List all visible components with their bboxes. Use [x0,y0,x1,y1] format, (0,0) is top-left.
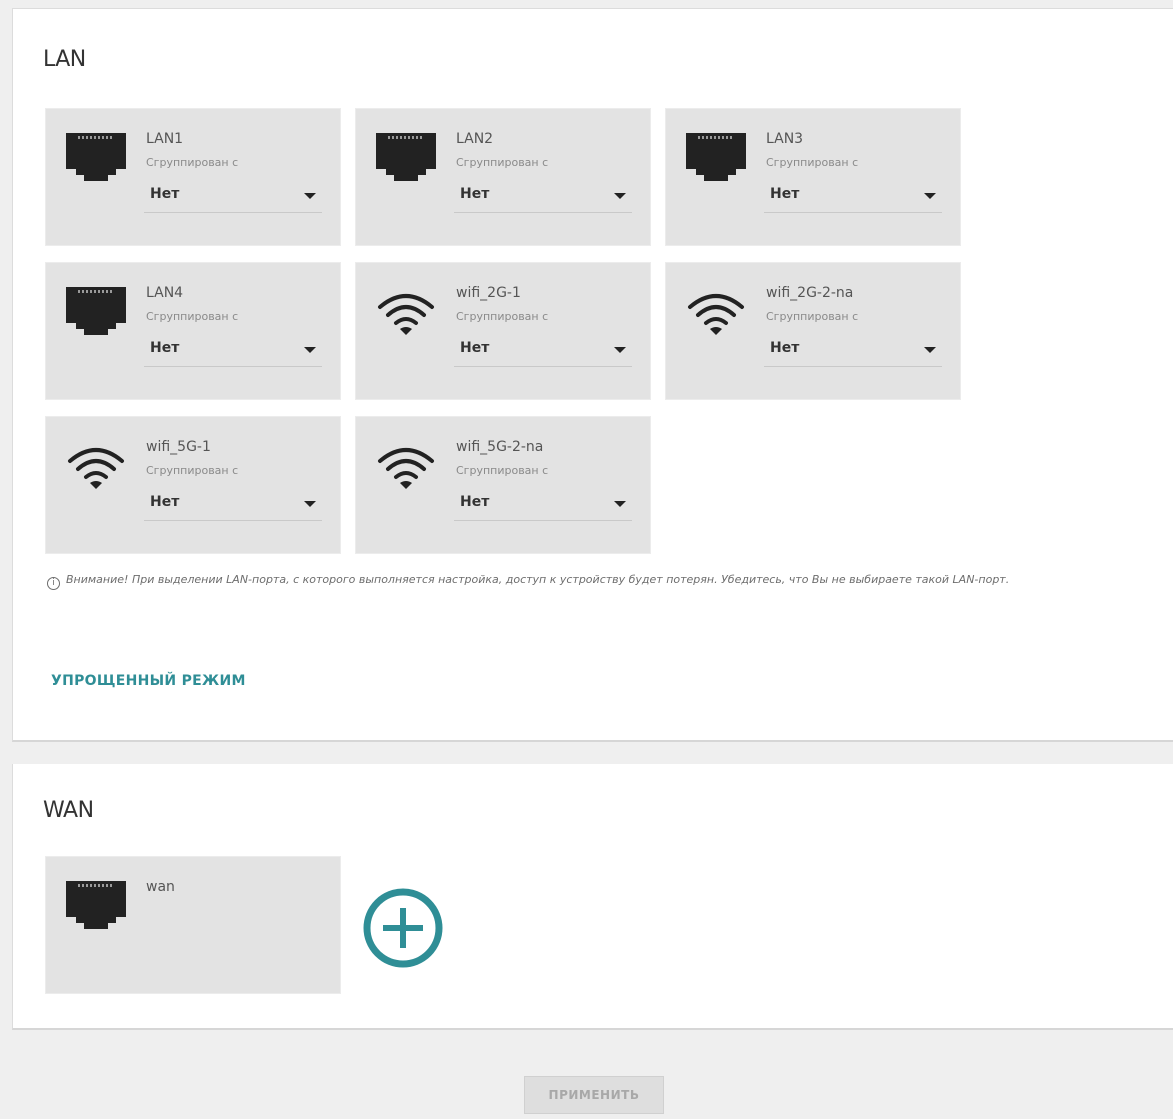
chevron-down-icon [614,193,626,199]
port-card: LAN3 Сгруппирован с Нет [665,108,961,246]
port-name: LAN1 [146,131,184,147]
grouped-with-label: Сгруппирован с [766,310,859,323]
apply-button[interactable]: ПРИМЕНИТЬ [524,1076,664,1114]
chevron-down-icon [614,501,626,507]
ethernet-port-icon [66,881,126,933]
port-name: wifi_5G-1 [146,439,211,455]
port-name: wifi_5G-2-na [456,439,544,455]
group-select[interactable]: Нет [144,331,322,367]
port-name: wifi_2G-2-na [766,285,854,301]
grouped-with-label: Сгруппирован с [456,310,549,323]
group-select-value: Нет [460,340,490,356]
wan-section-title: WAN [43,798,94,823]
plus-circle-icon [363,888,443,968]
port-card: wifi_5G-1 Сгруппирован с Нет [45,416,341,554]
wan-section: WAN wan [12,764,1173,1030]
group-select-value: Нет [770,186,800,202]
group-select-value: Нет [460,494,490,510]
chevron-down-icon [304,193,316,199]
lan-section-title: LAN [43,47,86,72]
lan-warning-text: Внимание! При выделении LAN-порта, с кот… [66,573,1010,586]
group-select-value: Нет [150,186,180,202]
group-select-value: Нет [150,340,180,356]
port-name: wan [146,879,175,895]
lan-section: LAN LAN1 Сгруппирован с Нет LAN2 Сгруппирова… [12,8,1173,742]
chevron-down-icon [924,347,936,353]
simple-mode-link[interactable]: УПРОЩЕННЫЙ РЕЖИМ [51,673,246,689]
group-select[interactable]: Нет [454,331,632,367]
grouped-with-label: Сгруппирован с [146,156,239,169]
lan-warning: i Внимание! При выделении LAN-порта, с ко… [47,571,1147,590]
info-icon: i [47,577,60,590]
lan-port-grid: LAN1 Сгруппирован с Нет LAN2 Сгруппирован с Н… [45,108,965,554]
chevron-down-icon [304,501,316,507]
port-card: LAN2 Сгруппирован с Нет [355,108,651,246]
group-select[interactable]: Нет [454,177,632,213]
wifi-icon [686,287,746,339]
group-select[interactable]: Нет [144,177,322,213]
port-card: wifi_2G-1 Сгруппирован с Нет [355,262,651,400]
port-name: wifi_2G-1 [456,285,521,301]
port-name: LAN2 [456,131,494,147]
group-select[interactable]: Нет [764,331,942,367]
port-card: wifi_2G-2-na Сгруппирован с Нет [665,262,961,400]
grouped-with-label: Сгруппирован с [146,310,239,323]
group-select-value: Нет [770,340,800,356]
grouped-with-label: Сгруппирован с [146,464,239,477]
chevron-down-icon [614,347,626,353]
group-select-value: Нет [460,186,490,202]
footer-bar: ПРИМЕНИТЬ [0,1032,1173,1119]
wifi-icon [66,441,126,493]
port-card: LAN1 Сгруппирован с Нет [45,108,341,246]
port-card: wifi_5G-2-na Сгруппирован с Нет [355,416,651,554]
group-select[interactable]: Нет [144,485,322,521]
ethernet-port-icon [686,133,746,185]
group-select[interactable]: Нет [764,177,942,213]
chevron-down-icon [304,347,316,353]
port-card: LAN4 Сгруппирован с Нет [45,262,341,400]
wifi-icon [376,441,436,493]
ethernet-port-icon [66,133,126,185]
port-name: LAN4 [146,285,184,301]
port-name: LAN3 [766,131,804,147]
grouped-with-label: Сгруппирован с [456,156,549,169]
grouped-with-label: Сгруппирован с [766,156,859,169]
chevron-down-icon [924,193,936,199]
ethernet-port-icon [66,287,126,339]
ethernet-port-icon [376,133,436,185]
group-select[interactable]: Нет [454,485,632,521]
add-wan-button[interactable] [361,886,445,970]
port-card: wan [45,856,341,994]
wifi-icon [376,287,436,339]
grouped-with-label: Сгруппирован с [456,464,549,477]
group-select-value: Нет [150,494,180,510]
wan-port-grid: wan [45,856,965,994]
